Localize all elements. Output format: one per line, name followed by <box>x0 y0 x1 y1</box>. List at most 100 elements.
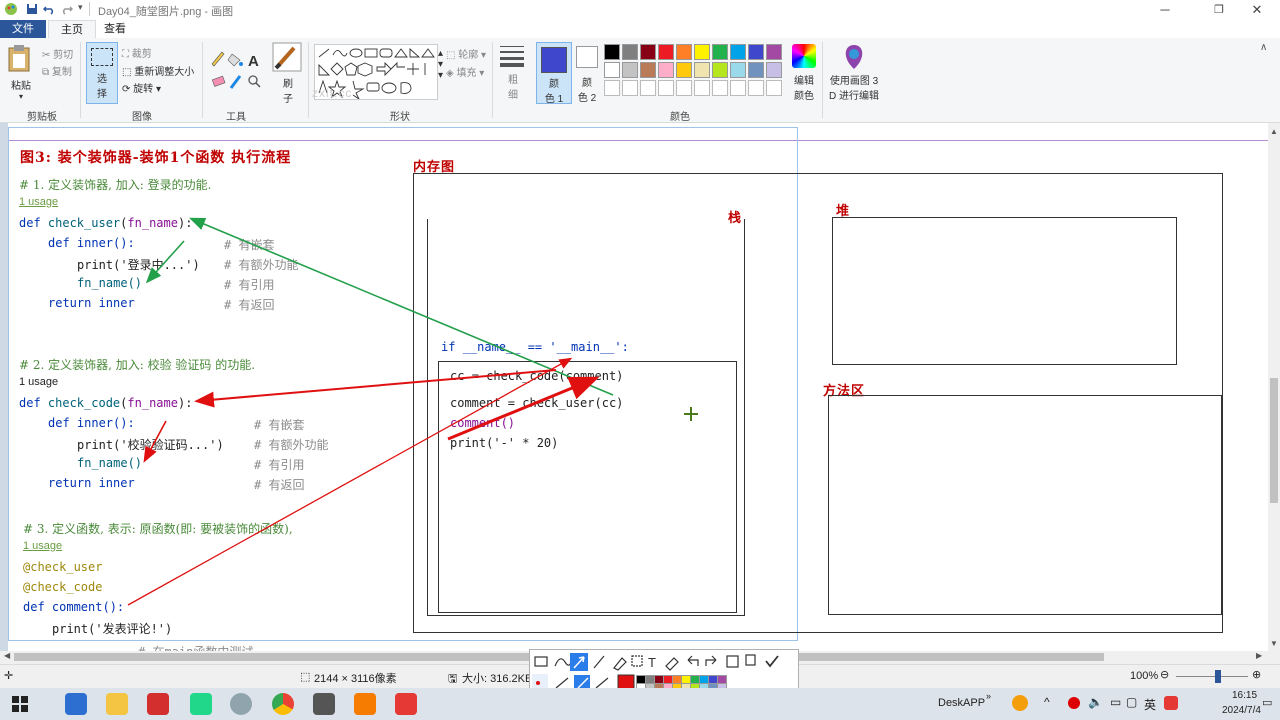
wps-taskbar-icon[interactable] <box>395 693 417 715</box>
sublime-icon[interactable] <box>354 693 376 715</box>
file-size: 大小: 316.2KB <box>462 673 533 685</box>
palette-color-swatch[interactable] <box>730 62 746 78</box>
scroll-up-icon[interactable]: ▲ <box>1270 127 1278 136</box>
deskapp-label[interactable]: DeskAPP <box>938 697 985 709</box>
notification-center-icon[interactable]: ▭ <box>1262 696 1272 709</box>
disk-icon: 🖫 <box>448 673 458 685</box>
palette-empty-swatch[interactable] <box>694 80 710 96</box>
color2-button[interactable]: 颜 色 2 <box>574 44 600 104</box>
tools-grid: A <box>210 48 266 95</box>
image-canvas[interactable]: 图3: 装个装饰器-装饰1个函数 执行流程 # 1. 定义装饰器, 加入: 登录… <box>8 123 1268 651</box>
arrow-style-1-icon <box>555 677 569 689</box>
scroll-left-icon[interactable]: ◀ <box>4 651 10 660</box>
tab-view[interactable]: 查看 <box>92 20 138 38</box>
palette-empty-swatch[interactable] <box>676 80 692 96</box>
redo-icon[interactable] <box>61 3 74 18</box>
palette-color-swatch[interactable] <box>622 62 638 78</box>
palette-color-swatch[interactable] <box>676 62 692 78</box>
shapes-scroll-icon[interactable]: ▴ ▾ ▾ <box>438 48 443 81</box>
minimize-button[interactable]: ─ <box>1142 0 1188 20</box>
palette-color-swatch[interactable] <box>748 62 764 78</box>
brush-label-2: 子 <box>283 94 293 105</box>
sogou-icon[interactable] <box>1164 696 1178 710</box>
vertical-scroll-thumb[interactable] <box>1270 378 1278 503</box>
pycharm-icon[interactable] <box>190 693 212 715</box>
edit-colors-button[interactable]: 编辑 颜色 <box>790 44 818 102</box>
watermark-text: zxit.cc <box>312 86 353 100</box>
volume-icon[interactable]: 🔈 <box>1088 695 1103 709</box>
select-button[interactable]: 选 择 <box>86 42 118 104</box>
palette-color-swatch[interactable] <box>712 44 728 60</box>
palette-color-swatch[interactable] <box>766 44 782 60</box>
palette-color-swatch[interactable] <box>604 44 620 60</box>
crop-button[interactable]: ⛶ 裁剪 <box>122 45 152 60</box>
save-tool-icon <box>726 655 739 668</box>
paint3d-button[interactable]: 使用画图 3 D 进行编辑 <box>826 44 882 102</box>
collapse-ribbon-icon[interactable]: ∧ <box>1260 42 1267 53</box>
tab-file[interactable]: 文件 <box>0 20 46 38</box>
scroll-down-icon[interactable]: ▼ <box>1270 639 1278 648</box>
palette-empty-swatch[interactable] <box>766 80 782 96</box>
palette-color-swatch[interactable] <box>730 44 746 60</box>
browser-app-icon[interactable] <box>65 693 87 715</box>
tray-up-icon[interactable]: ^ <box>1044 695 1050 709</box>
palette-empty-swatch[interactable] <box>712 80 728 96</box>
zoom-slider[interactable] <box>1176 676 1248 677</box>
notification-app-icon[interactable] <box>1012 695 1028 711</box>
wps-office-icon[interactable] <box>147 693 169 715</box>
network-icon[interactable]: ▭ <box>1110 695 1121 709</box>
copy-button[interactable]: ⧉ 复制 <box>42 63 72 78</box>
title-bar: ▾ Day04_随堂图片.png - 画图 ─ ❐ ✕ <box>0 0 1280 20</box>
scroll-right-icon[interactable]: ▶ <box>1256 651 1262 660</box>
green-arrow-to-fn-name <box>145 240 185 284</box>
palette-color-swatch[interactable] <box>694 62 710 78</box>
palette-empty-swatch[interactable] <box>604 80 620 96</box>
fill-button[interactable]: ◈ 填充 ▾ <box>446 64 484 79</box>
palette-color-swatch[interactable] <box>694 44 710 60</box>
palette-color-swatch[interactable] <box>658 62 674 78</box>
palette-color-swatch[interactable] <box>676 44 692 60</box>
palette-color-swatch[interactable] <box>604 62 620 78</box>
palette-color-swatch[interactable] <box>712 62 728 78</box>
palette-empty-swatch[interactable] <box>622 80 638 96</box>
palette-color-swatch[interactable] <box>622 44 638 60</box>
palette-empty-swatch[interactable] <box>748 80 764 96</box>
undo-icon[interactable] <box>42 3 55 18</box>
palette-color-swatch[interactable] <box>748 44 764 60</box>
message-icon[interactable]: ▢ <box>1126 695 1137 709</box>
zoom-slider-thumb[interactable] <box>1215 670 1221 683</box>
size-button[interactable]: 粗 细 <box>498 44 528 101</box>
close-button[interactable]: ✕ <box>1234 0 1280 20</box>
outline-button[interactable]: ⬚ 轮廓 ▾ <box>446 46 486 61</box>
paint-taskbar-icon[interactable] <box>230 693 252 715</box>
clock-date[interactable]: 2024/7/4 <box>1222 705 1261 716</box>
palette-empty-swatch[interactable] <box>640 80 656 96</box>
tab-home[interactable]: 主页 <box>48 20 96 38</box>
palette-color-swatch[interactable] <box>640 62 656 78</box>
palette-color-swatch[interactable] <box>640 44 656 60</box>
quick-access-dropdown-icon[interactable]: ▾ <box>78 2 83 13</box>
color1-button[interactable]: 颜 色 1 <box>536 42 572 105</box>
clock-time[interactable]: 16:15 <box>1232 690 1257 701</box>
palette-empty-swatch[interactable] <box>658 80 674 96</box>
vertical-scrollbar[interactable]: ▲ ▼ <box>1268 123 1280 651</box>
zoom-in-icon[interactable]: ⊕ <box>1252 668 1261 681</box>
typora-icon[interactable] <box>313 693 335 715</box>
cut-button[interactable]: ✂ 剪切 <box>42 46 73 61</box>
resize-button[interactable]: ⬚ 重新调整大小 <box>122 63 194 78</box>
chrome-icon[interactable] <box>272 693 294 715</box>
rotate-button[interactable]: ⟳ 旋转 ▾ <box>122 80 161 95</box>
palette-empty-swatch[interactable] <box>730 80 746 96</box>
palette-color-swatch[interactable] <box>766 62 782 78</box>
chevron-icon[interactable]: » <box>986 691 991 701</box>
palette-color-swatch[interactable] <box>658 44 674 60</box>
brushes-button[interactable]: 刷 子 <box>272 42 304 105</box>
zoom-out-icon[interactable]: ⊖ <box>1160 668 1169 681</box>
save-icon[interactable] <box>26 3 38 18</box>
file-explorer-icon[interactable] <box>106 693 128 715</box>
ime-indicator[interactable]: 英 <box>1144 696 1156 713</box>
paste-button[interactable]: 粘贴 ▾ <box>6 44 36 101</box>
canvas-area[interactable]: 图3: 装个装饰器-装饰1个函数 执行流程 # 1. 定义装饰器, 加入: 登录… <box>0 123 1268 651</box>
windows-start-icon[interactable] <box>12 696 28 715</box>
record-icon[interactable] <box>1068 697 1080 709</box>
